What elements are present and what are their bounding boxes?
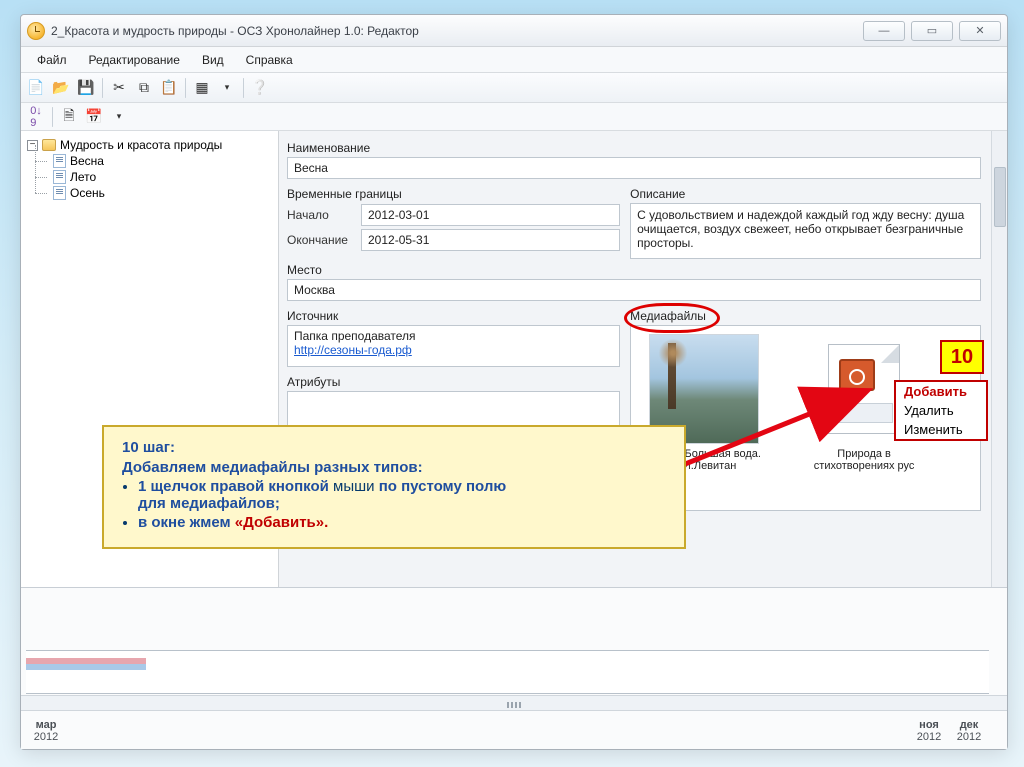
minimize-button[interactable]: — — [863, 21, 905, 41]
doc-icon — [53, 186, 66, 200]
paste-icon[interactable]: 📋 — [158, 77, 180, 99]
cut-icon[interactable]: ✂ — [108, 77, 130, 99]
menu-help[interactable]: Справка — [236, 50, 303, 70]
label-start: Начало — [287, 208, 357, 222]
menu-file[interactable]: Файл — [27, 50, 77, 70]
timeline-strip[interactable] — [26, 650, 989, 694]
tree-item-label: Осень — [70, 186, 105, 200]
close-button[interactable]: ✕ — [959, 21, 1001, 41]
label-time-bounds: Временные границы — [287, 187, 620, 201]
title-bar[interactable]: 2_Красота и мудрость природы - ОСЗ Хроно… — [21, 15, 1007, 47]
description-textarea[interactable]: С удовольствием и надеждой каждый год жд… — [630, 203, 981, 259]
tree-root[interactable]: − Мудрость и красота природы — [25, 137, 274, 153]
tree-item-label: Весна — [70, 154, 104, 168]
timeline-panel[interactable]: мар2012 ноя2012 дек2012 — [21, 587, 1007, 749]
media-caption: Природа в стихотворениях рус — [814, 448, 915, 472]
chevron-down-icon[interactable]: ▾ — [108, 106, 130, 128]
label-media: Медиафайлы — [630, 309, 981, 323]
new-icon[interactable]: 📄 — [25, 77, 47, 99]
label-place: Место — [287, 263, 981, 277]
help-icon[interactable]: ❔ — [249, 77, 271, 99]
tree-root-label: Мудрость и красота природы — [60, 138, 222, 152]
context-menu[interactable]: Добавить Удалить Изменить — [894, 380, 988, 441]
menu-bar: Файл Редактирование Вид Справка — [21, 47, 1007, 73]
powerpoint-icon — [828, 344, 900, 434]
tree-toolbar: 0↓9 🗎 📅 ▾ — [21, 103, 1007, 131]
label-source: Источник — [287, 309, 620, 323]
menu-edit[interactable]: Редактирование — [79, 50, 190, 70]
separator-icon — [243, 78, 244, 98]
start-input[interactable] — [361, 204, 620, 226]
window-title: 2_Красота и мудрость природы - ОСЗ Хроно… — [51, 24, 419, 38]
open-icon[interactable]: 📂 — [50, 77, 72, 99]
timeline-event-bar[interactable] — [26, 658, 146, 670]
label-end: Окончание — [287, 233, 357, 247]
toolbar: 📄 📂 💾 ✂ ⧉ 📋 ▦ ▾ ❔ — [21, 73, 1007, 103]
clock-icon — [27, 22, 45, 40]
source-link[interactable]: http://сезоны-года.рф — [294, 343, 412, 357]
doc-icon — [53, 154, 66, 168]
menu-view[interactable]: Вид — [192, 50, 234, 70]
save-icon[interactable]: 💾 — [75, 77, 97, 99]
sort-icon[interactable]: 0↓9 — [25, 106, 47, 128]
chevron-down-icon[interactable]: ▾ — [216, 77, 238, 99]
tree-item-vesna[interactable]: Весна — [25, 153, 274, 169]
end-input[interactable] — [361, 229, 620, 251]
timeline-labels: мар2012 ноя2012 дек2012 — [26, 719, 989, 743]
callout-title: 10 шаг: — [122, 439, 666, 456]
context-edit[interactable]: Изменить — [896, 420, 986, 439]
label-description: Описание — [630, 187, 981, 201]
instruction-callout: 10 шаг: Добавляем медиафайлы разных типо… — [102, 425, 686, 549]
source-text: Папка преподавателя — [294, 329, 416, 343]
calendar-icon[interactable]: 📅 — [83, 106, 105, 128]
label-attributes: Атрибуты — [287, 375, 620, 389]
source-textarea[interactable]: Папка преподавателя http://сезоны-года.р… — [287, 325, 620, 367]
label-name: Наименование — [287, 141, 981, 155]
grid-icon[interactable]: ▦ — [191, 77, 213, 99]
separator-icon — [102, 78, 103, 98]
step-badge: 10 — [940, 340, 984, 374]
tree-item-label: Лето — [70, 170, 96, 184]
callout-line: Добавляем медиафайлы разных типов: — [122, 459, 666, 476]
folder-icon — [42, 139, 56, 151]
callout-bullet: 1 щелчок правой кнопкой мыши по пустому … — [138, 478, 666, 512]
separator-icon — [185, 78, 186, 98]
maximize-button[interactable]: ▭ — [911, 21, 953, 41]
scrollbar[interactable] — [991, 131, 1007, 587]
doc-view-icon[interactable]: 🗎 — [58, 106, 80, 128]
callout-bullet: в окне жмем «Добавить». — [138, 514, 666, 531]
copy-icon[interactable]: ⧉ — [133, 77, 155, 99]
doc-icon — [53, 170, 66, 184]
place-input[interactable] — [287, 279, 981, 301]
tree-item-leto[interactable]: Лето — [25, 169, 274, 185]
grip-icon[interactable] — [494, 701, 534, 709]
context-delete[interactable]: Удалить — [896, 401, 986, 420]
scroll-thumb[interactable] — [994, 167, 1006, 227]
tree-item-osen[interactable]: Осень — [25, 185, 274, 201]
window-controls: — ▭ ✕ — [863, 21, 1001, 41]
context-add[interactable]: Добавить — [896, 382, 986, 401]
app-window: 2_Красота и мудрость природы - ОСЗ Хроно… — [20, 14, 1008, 750]
name-input[interactable] — [287, 157, 981, 179]
separator-icon — [52, 107, 53, 127]
